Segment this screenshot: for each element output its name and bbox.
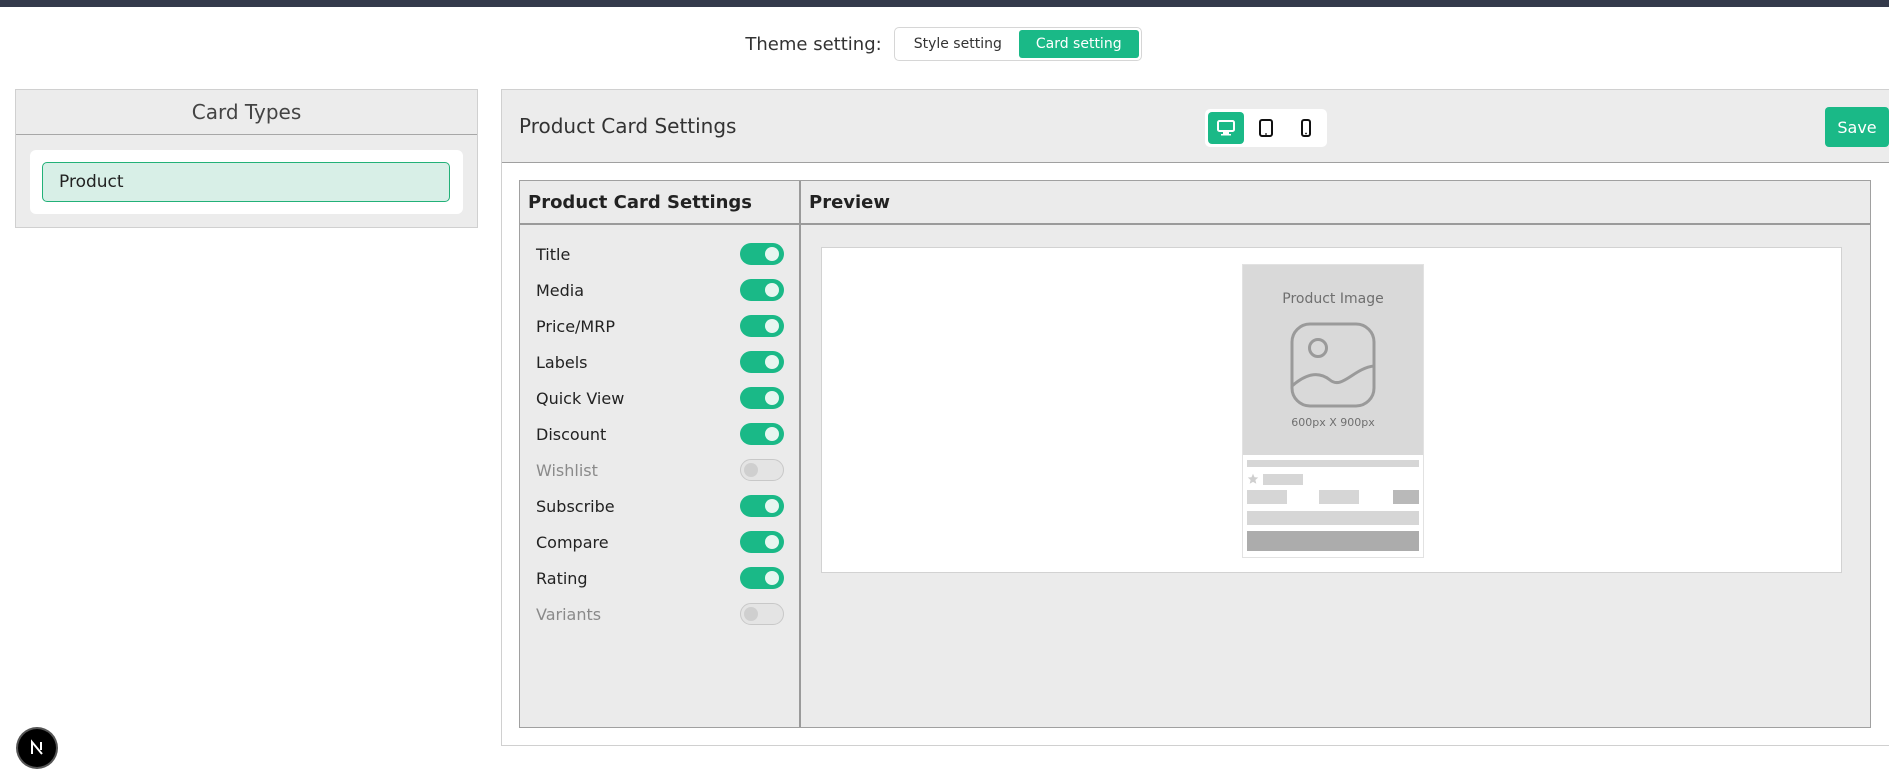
- product-image-size: 600px X 900px: [1291, 416, 1375, 429]
- toggle-knob: [765, 319, 779, 333]
- toggle-switch[interactable]: [740, 243, 784, 265]
- toggle-label: Variants: [536, 604, 602, 624]
- toggle-row: Subscribe: [536, 493, 784, 519]
- save-button[interactable]: Save: [1825, 107, 1889, 147]
- card-types-panel: Card Types Product: [15, 89, 478, 228]
- toggle-label: Title: [536, 244, 571, 264]
- top-bar: [0, 0, 1889, 7]
- rating-skeleton: [1263, 474, 1303, 485]
- image-icon: [1290, 322, 1376, 408]
- toggle-switch[interactable]: [740, 495, 784, 517]
- nextjs-badge[interactable]: [18, 729, 56, 767]
- toggle-row: Media: [536, 277, 784, 303]
- toggle-row: Wishlist: [536, 457, 784, 483]
- toggle-knob: [765, 571, 779, 585]
- card-setting-button[interactable]: Card setting: [1018, 30, 1139, 58]
- nextjs-logo-icon: [31, 739, 43, 755]
- toggle-label: Rating: [536, 568, 588, 588]
- toggle-row: Rating: [536, 565, 784, 591]
- toggle-row: Compare: [536, 529, 784, 555]
- toggle-switch[interactable]: [740, 567, 784, 589]
- card-types-title: Card Types: [16, 90, 477, 135]
- toggle-knob: [765, 499, 779, 513]
- toggle-switch[interactable]: [740, 603, 784, 625]
- toggle-row: Discount: [536, 421, 784, 447]
- toggle-row: Variants: [536, 601, 784, 627]
- product-image-label: Product Image: [1282, 291, 1384, 307]
- toggle-switch[interactable]: [740, 459, 784, 481]
- toggle-label: Discount: [536, 424, 607, 444]
- toggle-knob: [765, 283, 779, 297]
- card-types-list: Product: [30, 150, 463, 214]
- toggle-label: Price/MRP: [536, 316, 615, 336]
- toggle-knob: [744, 463, 758, 477]
- toggle-switch[interactable]: [740, 423, 784, 445]
- theme-setting-label: Theme setting:: [745, 33, 882, 55]
- title-skeleton: [1247, 460, 1419, 467]
- settings-header: Product Card Settings Save: [502, 90, 1889, 163]
- toggle-label: Quick View: [536, 388, 625, 408]
- toggle-knob: [765, 427, 779, 441]
- desktop-view-button[interactable]: [1208, 112, 1244, 144]
- price-skeleton: [1247, 490, 1287, 504]
- tablet-icon: [1259, 119, 1273, 137]
- preview-title: Preview: [801, 181, 1870, 225]
- toggle-label: Subscribe: [536, 496, 615, 516]
- toggle-knob: [765, 535, 779, 549]
- toggle-switch[interactable]: [740, 531, 784, 553]
- star-icon: [1247, 473, 1259, 484]
- card-type-product[interactable]: Product: [42, 162, 450, 202]
- theme-setting-row: Theme setting: Style setting Card settin…: [0, 27, 1889, 61]
- preview-column: Preview Product Image 600px X 900px: [801, 181, 1870, 727]
- toggle-switch[interactable]: [740, 351, 784, 373]
- tablet-view-button[interactable]: [1248, 112, 1284, 144]
- toggle-knob: [744, 607, 758, 621]
- mrp-skeleton: [1319, 490, 1359, 504]
- product-card-preview: Product Image 600px X 900px: [1242, 264, 1424, 558]
- toggle-knob: [765, 355, 779, 369]
- preview-canvas: Product Image 600px X 900px: [821, 247, 1842, 573]
- toggles-column: Product Card Settings Title Media Price/MR…: [520, 181, 801, 727]
- add-to-cart-skeleton: [1247, 531, 1419, 551]
- style-setting-button[interactable]: Style setting: [897, 30, 1019, 58]
- toggle-label: Media: [536, 280, 585, 300]
- theme-setting-toggle: Style setting Card setting: [893, 27, 1142, 61]
- desktop-icon: [1217, 120, 1235, 136]
- toggle-switch[interactable]: [740, 279, 784, 301]
- toggle-switch[interactable]: [740, 315, 784, 337]
- toggle-row: Quick View: [536, 385, 784, 411]
- toggle-knob: [765, 391, 779, 405]
- toggles-column-title: Product Card Settings: [520, 181, 799, 225]
- device-toggle-group: [1205, 109, 1327, 147]
- toggle-label: Labels: [536, 352, 588, 372]
- mobile-icon: [1301, 119, 1311, 137]
- page-title: Product Card Settings: [519, 114, 737, 138]
- product-image-placeholder: Product Image 600px X 900px: [1243, 265, 1423, 455]
- discount-skeleton: [1393, 490, 1419, 504]
- toggle-row: Title: [536, 241, 784, 267]
- toggle-row: Labels: [536, 349, 784, 375]
- settings-area: Product Card Settings Title Media Price/MR…: [519, 180, 1871, 728]
- toggle-knob: [765, 247, 779, 261]
- toggle-row: Price/MRP: [536, 313, 784, 339]
- variant-skeleton: [1247, 511, 1419, 525]
- toggle-switch[interactable]: [740, 387, 784, 409]
- card-settings-panel: Product Card Settings Save Product Card …: [501, 89, 1889, 746]
- mobile-view-button[interactable]: [1288, 112, 1324, 144]
- toggle-label: Wishlist: [536, 460, 598, 480]
- toggle-label: Compare: [536, 532, 609, 552]
